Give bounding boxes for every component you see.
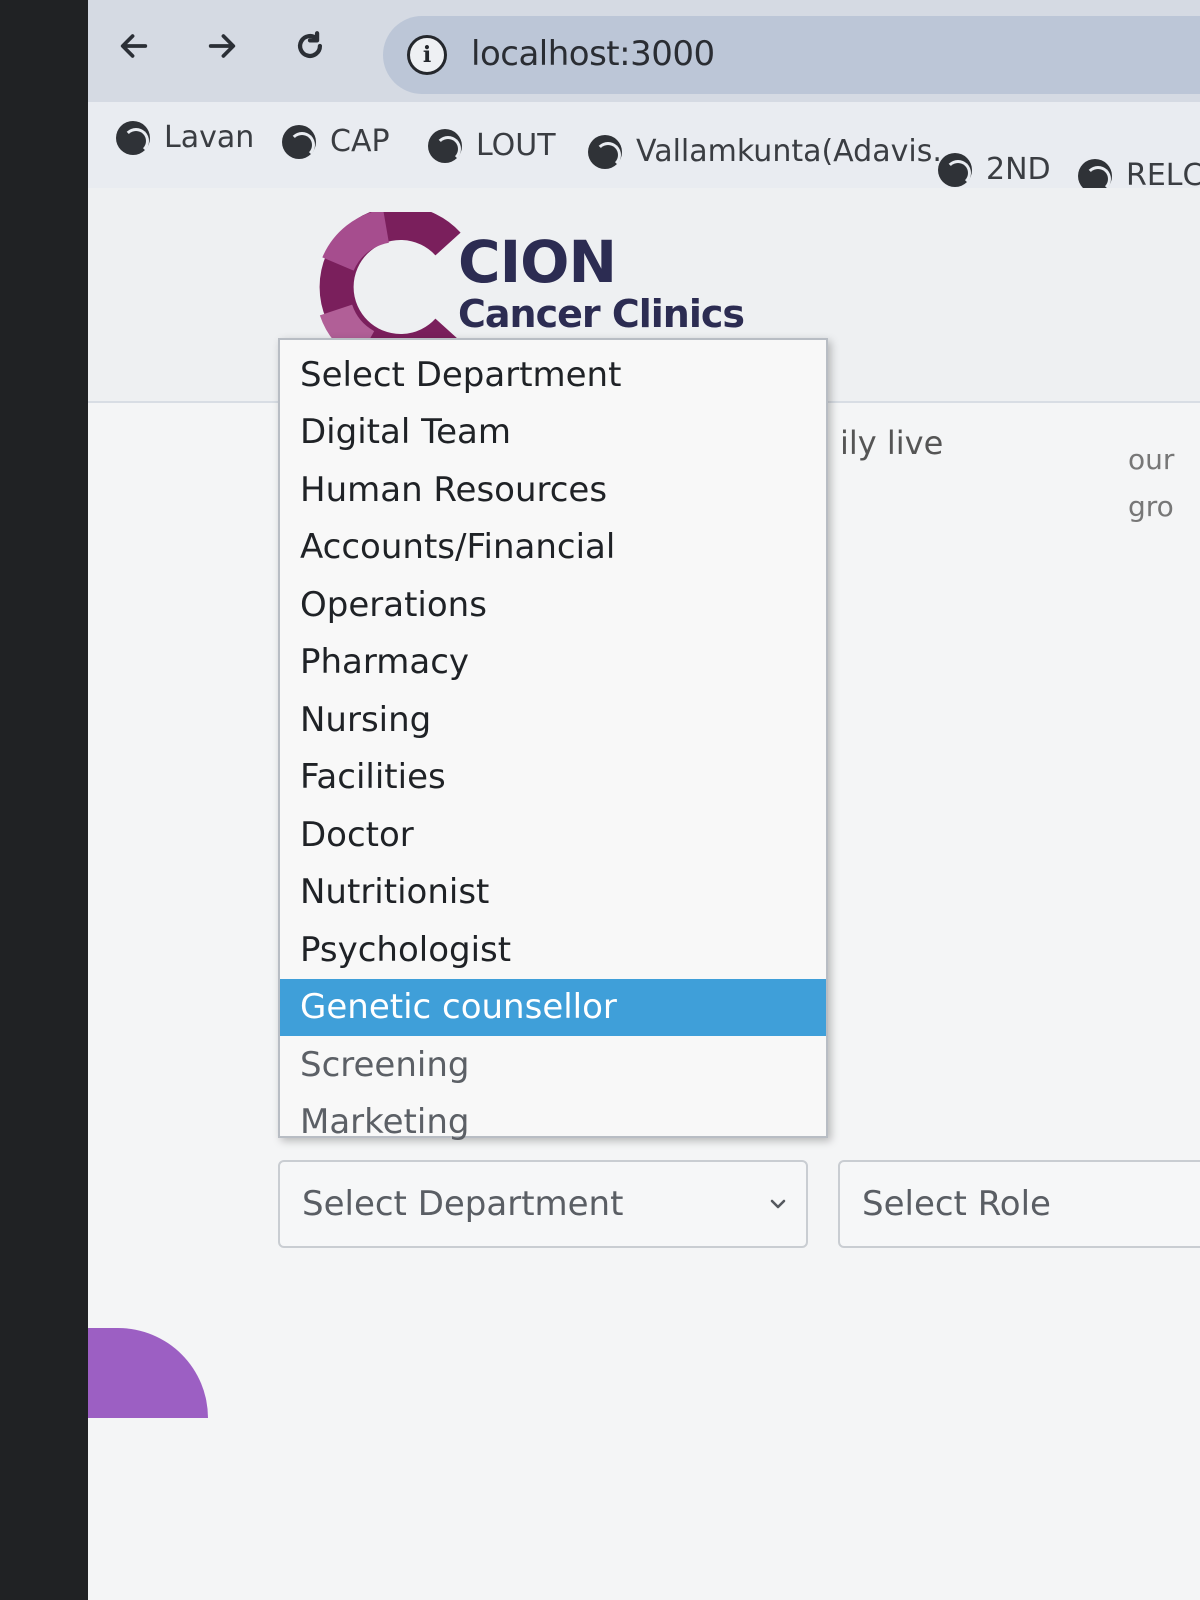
site-info-icon[interactable]: i	[407, 35, 447, 75]
url-text: localhost:3000	[471, 34, 715, 74]
bookmark-label: 2ND	[986, 152, 1051, 187]
browser-toolbar: i localhost:3000	[88, 0, 1200, 102]
chevron-down-icon	[770, 1199, 786, 1209]
globe-icon	[428, 128, 462, 163]
bookmarks-bar: Lavan CAP LOUT Vallamkunta(Adavis... 2ND…	[88, 102, 1200, 193]
option-human-resources[interactable]: Human Resources	[280, 461, 826, 519]
option-psychologist[interactable]: Psychologist	[280, 921, 826, 979]
department-dropdown-list: Select Department Digital Team Human Res…	[278, 338, 828, 1142]
background-text: our	[1128, 443, 1175, 476]
globe-icon	[588, 134, 622, 169]
option-operations[interactable]: Operations	[280, 576, 826, 634]
forward-icon[interactable]	[200, 24, 244, 68]
bookmark-lout[interactable]: LOUT	[428, 128, 556, 163]
bookmark-label: Vallamkunta(Adavis...	[636, 134, 961, 169]
option-genetic-counsellor[interactable]: Genetic counsellor	[280, 978, 826, 1036]
reload-icon[interactable]	[288, 24, 332, 68]
globe-icon	[282, 124, 316, 159]
logo-subtitle: Cancer Clinics	[458, 292, 745, 336]
option-digital-team[interactable]: Digital Team	[280, 404, 826, 462]
bookmark-lavan[interactable]: Lavan	[116, 120, 254, 155]
option-accounts-financial[interactable]: Accounts/Financial	[280, 519, 826, 577]
option-nutritionist[interactable]: Nutritionist	[280, 864, 826, 922]
option-doctor[interactable]: Doctor	[280, 806, 826, 864]
role-select-value: Select Role	[862, 1184, 1051, 1224]
bookmark-label: Lavan	[164, 120, 255, 155]
department-select-value: Select Department	[302, 1184, 624, 1224]
page-content: CION Cancer Clinics ily live our gro Sel…	[88, 188, 1200, 1600]
globe-icon	[116, 120, 150, 155]
background-text: gro	[1128, 490, 1174, 523]
back-icon[interactable]	[112, 24, 156, 68]
browser-window: i localhost:3000 Lavan CAP LOUT Vallamku…	[88, 0, 1200, 1600]
option-pharmacy[interactable]: Pharmacy	[280, 634, 826, 692]
bookmark-cap[interactable]: CAP	[282, 124, 390, 159]
bookmark-2nd[interactable]: 2ND	[938, 152, 1051, 187]
option-facilities[interactable]: Facilities	[280, 749, 826, 807]
decorative-shape	[88, 1328, 208, 1418]
screen-bezel	[0, 0, 88, 1600]
background-text: ily live	[840, 424, 944, 462]
department-select[interactable]: Select Department	[278, 1160, 808, 1248]
globe-icon	[938, 152, 972, 187]
logo-title: CION	[458, 228, 617, 296]
role-select[interactable]: Select Role	[838, 1160, 1200, 1248]
bookmark-label: LOUT	[476, 128, 556, 163]
address-bar[interactable]: i localhost:3000	[383, 16, 1200, 94]
bookmark-vallamkunta[interactable]: Vallamkunta(Adavis...	[588, 134, 961, 169]
option-nursing[interactable]: Nursing	[280, 691, 826, 749]
option-select-department[interactable]: Select Department	[280, 346, 826, 404]
option-screening[interactable]: Screening	[280, 1036, 826, 1094]
option-marketing[interactable]: Marketing	[280, 1094, 826, 1152]
bookmark-label: CAP	[330, 124, 390, 159]
